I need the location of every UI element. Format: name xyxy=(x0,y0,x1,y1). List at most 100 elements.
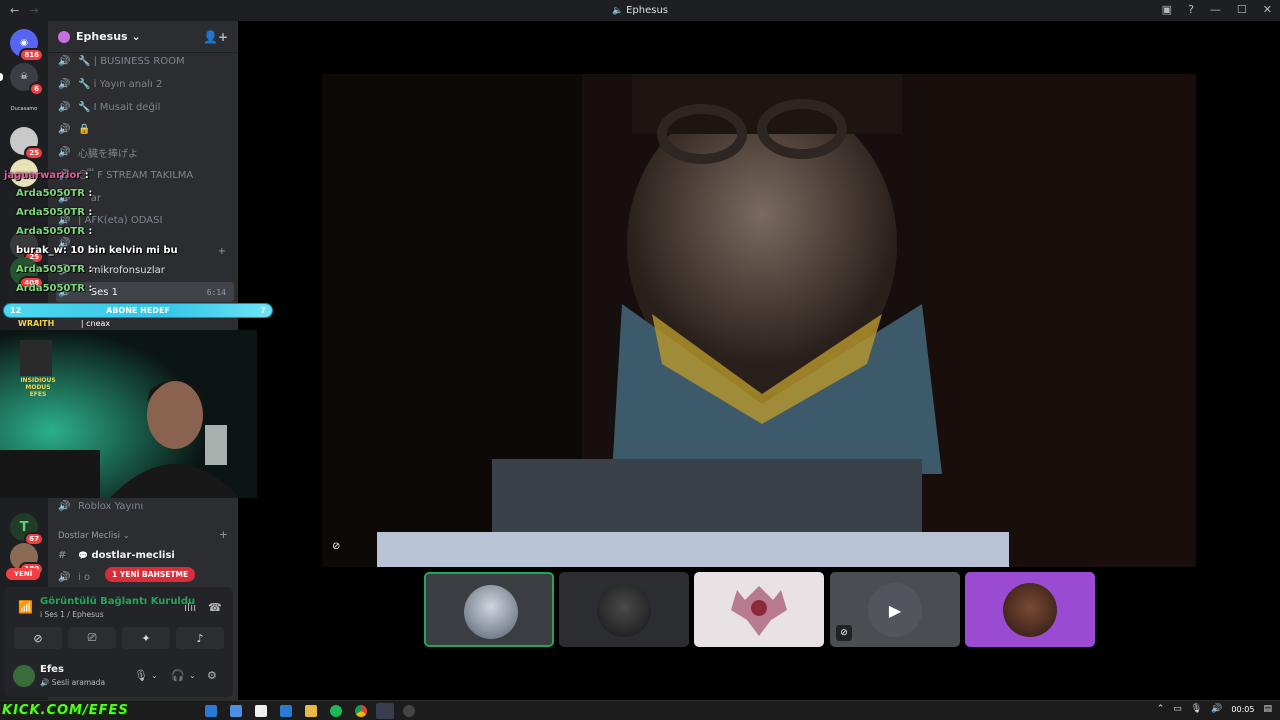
forward-arrow-icon[interactable]: → xyxy=(29,4,38,17)
soundboard-icon: ♪ xyxy=(196,631,204,645)
gear-icon[interactable]: ⚙ xyxy=(207,669,217,682)
badge: 25 xyxy=(24,146,44,160)
chat-username: Arda5050TR xyxy=(16,283,85,294)
minimize-icon[interactable]: — xyxy=(1210,3,1221,16)
participant-tile[interactable] xyxy=(559,572,689,647)
chat-icon: 💬 xyxy=(78,550,88,560)
new-mention-pill[interactable]: 1 YENİ BAHSETME xyxy=(105,567,196,582)
stream-url-banner: KICK.COM/EFES xyxy=(2,703,129,718)
chat-username: Arda5050TR xyxy=(16,226,85,237)
chevron-up-icon[interactable]: ⌃ xyxy=(1157,704,1165,714)
disconnect-icon[interactable]: ☎ xyxy=(208,601,222,614)
participant-tile[interactable] xyxy=(694,572,824,647)
server-icon[interactable]: 25 xyxy=(10,127,44,160)
chat-username: Arda5050TR xyxy=(16,207,85,218)
voice-channel[interactable]: 🔊 🔧 i Yayın analı 2 xyxy=(56,74,234,94)
server-name: Ephesus xyxy=(76,30,128,43)
close-icon[interactable]: ✕ xyxy=(1263,3,1272,16)
chevron-down-icon[interactable]: ⌄ xyxy=(151,671,158,680)
display-icon[interactable]: ▭ xyxy=(1173,704,1182,714)
headphones-icon[interactable]: 🎧 xyxy=(171,669,185,682)
channel-label: Ses 1 xyxy=(90,286,118,298)
channel-label: | BUSINESS ROOM xyxy=(93,55,185,67)
back-arrow-icon[interactable]: ← xyxy=(10,4,19,17)
server-icon[interactable]: 180 xyxy=(10,543,44,576)
invite-people-icon[interactable]: 👤+ xyxy=(203,30,228,44)
avatar[interactable] xyxy=(13,665,35,687)
screen-share-icon: ⎚ xyxy=(87,631,97,644)
voice-channel[interactable]: 🔊 🔒 xyxy=(56,119,234,139)
category-header[interactable]: Dostlar Meclisi ⌄ xyxy=(58,531,130,541)
store-icon[interactable] xyxy=(255,705,267,717)
app-icon[interactable] xyxy=(230,705,242,717)
server-label: Ducasamo xyxy=(10,106,38,112)
maximize-icon[interactable]: ☐ xyxy=(1237,3,1247,16)
chevron-down-icon[interactable]: ⌄ xyxy=(189,671,196,680)
inbox-icon[interactable]: ▣ xyxy=(1162,3,1172,16)
stream-chat-line: Arda5050TR : xyxy=(16,207,92,218)
edge-icon[interactable] xyxy=(205,705,217,717)
username[interactable]: Efes xyxy=(40,664,64,675)
add-channel-icon[interactable]: + xyxy=(219,528,228,541)
share-screen-button[interactable]: ⎚ xyxy=(68,627,116,649)
microphone-icon[interactable]: 🎙 xyxy=(134,669,148,682)
goal-target: 7 xyxy=(260,306,266,315)
voice-channel[interactable]: 🔊 心臓を捧げよ xyxy=(56,142,234,162)
spotify-icon[interactable] xyxy=(330,705,342,717)
volume-icon[interactable]: 🔊 xyxy=(1211,704,1222,714)
call-timer: 6:14 xyxy=(206,287,226,297)
camera-off-button[interactable]: ⊘ xyxy=(14,627,62,649)
participant-tile[interactable] xyxy=(424,572,554,647)
microphone-icon[interactable]: 🎙 xyxy=(1191,704,1202,714)
badge: 816 xyxy=(19,48,44,62)
app-icon[interactable] xyxy=(403,705,415,717)
add-icon[interactable]: + xyxy=(218,246,226,257)
channel-emoji: 🔧 xyxy=(78,55,91,67)
activities-icon: ✦ xyxy=(141,631,151,645)
server-header[interactable]: Ephesus ⌄ 👤+ xyxy=(48,21,238,53)
server-icon[interactable]: ☠ 6 xyxy=(10,63,44,96)
notifications-icon[interactable]: ▤ xyxy=(1263,704,1272,714)
discord-app: ← → 🔈 Ephesus ▣ ? — ☐ ✕ ◉ 816 ☠ 6 Ducasamo… xyxy=(0,0,1280,720)
subscriber-goal-bar: 12 ABONE HEDEF 7 xyxy=(4,304,272,317)
voice-channel[interactable]: 🔊 🔧 I Musait değil xyxy=(56,97,234,117)
speaker-icon: 🔊 xyxy=(58,123,71,135)
activities-button[interactable]: ✦ xyxy=(122,627,170,649)
noise-suppression-icon[interactable]: ılıı xyxy=(184,601,196,614)
speaker-icon: 🔈 xyxy=(612,6,627,16)
outlook-icon[interactable] xyxy=(280,705,292,717)
chat-username: burak_w xyxy=(16,245,63,256)
channel-label: F STREAM TAKILMA xyxy=(97,169,194,181)
goal-label: ABONE HEDEF xyxy=(106,306,170,315)
chat-message: : xyxy=(88,283,93,294)
focused-video-stream[interactable]: ⊘ xyxy=(322,74,1196,567)
connection-status[interactable]: Görüntülü Bağlantı Kuruldu xyxy=(40,596,195,607)
server-icon[interactable]: Ducasamo xyxy=(10,95,38,123)
voice-channel[interactable]: 🔊 🔧 | BUSINESS ROOM xyxy=(56,51,234,71)
muted-microphone-icon: ⊘ xyxy=(332,541,341,552)
chrome-icon[interactable] xyxy=(355,705,367,717)
stream-chat-line: Arda5050TR : xyxy=(16,226,92,237)
direct-messages-icon[interactable]: ◉ 816 xyxy=(10,29,44,62)
participant-tile[interactable] xyxy=(965,572,1095,647)
chat-message: : xyxy=(84,170,89,181)
chat-username: Arda5050TR xyxy=(16,264,85,275)
signal-icon[interactable]: 📶 xyxy=(18,600,33,614)
voice-connection-panel: 📶 Görüntülü Bağlantı Kuruldu i Ses 1 / E… xyxy=(4,587,233,657)
voice-channel[interactable]: 🔊 Roblox Yayını xyxy=(56,496,234,516)
channel-emoji: 🔧 xyxy=(78,101,91,113)
new-mentions-badge[interactable]: YENİ xyxy=(6,568,41,580)
taskbar-clock[interactable]: 00:05 xyxy=(1231,705,1254,714)
server-icon[interactable]: T 67 xyxy=(10,513,44,546)
participant-tile[interactable]: ▶ ⊘ xyxy=(830,572,960,647)
help-icon[interactable]: ? xyxy=(1188,3,1194,16)
channel-label: 心臓を捧げよ xyxy=(78,148,138,160)
speaker-icon: 🔊 xyxy=(58,101,71,113)
text-channel[interactable]: # 💬 dostlar-meclisi xyxy=(56,545,234,565)
connection-channel[interactable]: i Ses 1 / Ephesus xyxy=(40,610,104,619)
file-explorer-icon[interactable] xyxy=(305,705,317,717)
discord-taskbar-icon[interactable] xyxy=(376,703,394,719)
category-label: Dostlar Meclisi xyxy=(58,531,121,541)
soundboard-button[interactable]: ♪ xyxy=(176,627,224,649)
chat-username: jaguarwarrior xyxy=(4,170,82,181)
